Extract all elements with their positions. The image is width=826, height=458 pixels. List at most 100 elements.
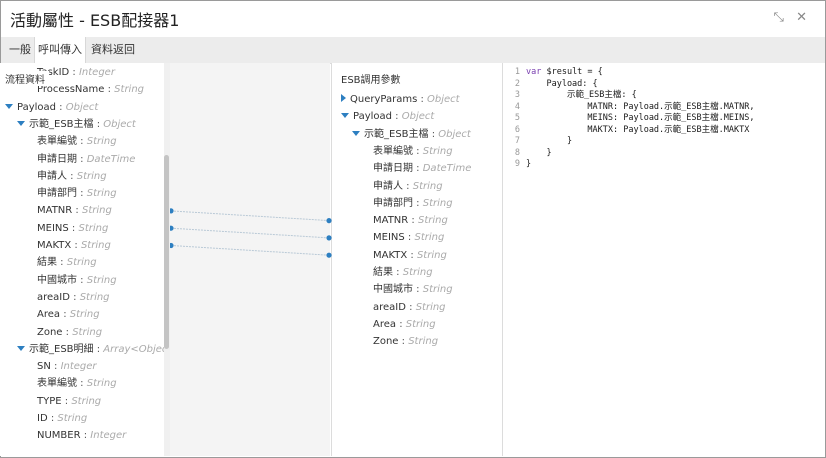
type-separator: : (93, 118, 104, 130)
tab-general[interactable]: 一般 (7, 37, 33, 63)
scrollbar-thumb[interactable] (164, 155, 169, 349)
right-row[interactable]: 申請日期 : DateTime (373, 160, 471, 177)
left-row[interactable]: MAKTX : String (37, 237, 111, 254)
process-data-panel: TaskID : Integer ProcessName : String Payl… (0, 63, 168, 456)
mapping-line[interactable] (170, 227, 330, 239)
field-type: String (80, 240, 111, 251)
mapping-target-dot[interactable] (326, 218, 332, 224)
left-row[interactable]: areaID : String (37, 289, 110, 306)
field-type: String (415, 301, 446, 313)
field-type: String (422, 197, 453, 209)
close-icon[interactable]: ✕ (796, 10, 811, 25)
right-row[interactable]: MEINS : String (373, 229, 444, 246)
collapse-caret-icon[interactable] (341, 113, 349, 119)
window-title: 活動屬性 - ESB配接器1 (10, 11, 180, 30)
field-type: DateTime (422, 163, 472, 175)
right-row[interactable]: Area : String (373, 316, 436, 333)
right-row[interactable]: MATNR : String (373, 212, 448, 229)
right-row[interactable]: areaID : String (373, 299, 446, 316)
type-separator: : (68, 222, 79, 234)
left-row[interactable]: NUMBER : Integer (37, 427, 126, 444)
right-row[interactable]: Payload : Object (341, 108, 434, 125)
restore-icon[interactable]: ⤡ (774, 10, 788, 25)
left-row[interactable]: 結果 : String (37, 254, 97, 271)
left-row[interactable]: Payload : Object (5, 99, 98, 116)
field-name: ID (37, 413, 48, 424)
right-row[interactable]: MAKTX : String (373, 247, 447, 264)
left-row[interactable]: MATNR : String (37, 202, 112, 219)
type-separator: : (69, 67, 79, 78)
mapping-source-dot[interactable] (170, 208, 174, 214)
left-row[interactable]: 申請人 : String (37, 168, 107, 185)
field-name: 結果 (373, 267, 393, 278)
right-row[interactable]: QueryParams : Object (341, 91, 460, 108)
field-name: 表單編號 (373, 145, 413, 157)
code-line: 7 } (502, 136, 572, 147)
mapping-line[interactable] (170, 245, 330, 256)
field-type: String (86, 136, 117, 148)
left-row[interactable]: 表單編號 : String (37, 375, 117, 392)
collapse-caret-icon[interactable] (17, 120, 25, 126)
field-type: DateTime (86, 153, 136, 165)
type-separator: : (80, 430, 91, 442)
type-separator: : (77, 136, 87, 148)
right-row[interactable]: 中國城市 : String (373, 281, 453, 298)
right-row[interactable]: 申請人 : String (373, 178, 443, 195)
field-name: MATNR (373, 215, 409, 227)
type-separator: : (67, 170, 77, 182)
field-name: MEINS (37, 222, 69, 234)
field-name: 表單編號 (37, 378, 77, 390)
left-row[interactable]: MEINS : String (37, 220, 108, 237)
mapping-line[interactable] (170, 210, 330, 222)
field-type: String (114, 84, 145, 96)
left-row[interactable]: TYPE : String (37, 393, 101, 410)
expand-caret-icon[interactable] (341, 94, 346, 102)
collapse-caret-icon[interactable] (17, 345, 25, 351)
code-line: 2 Payload: { (502, 79, 598, 90)
tab-call-input[interactable]: 呼叫傳入 (34, 37, 86, 64)
field-type: String (422, 145, 453, 157)
collapse-caret-icon[interactable] (5, 103, 13, 109)
left-row[interactable]: 申請日期 : DateTime (37, 151, 135, 168)
left-row[interactable]: ID : String (37, 410, 87, 427)
type-separator: : (69, 291, 80, 303)
type-separator: : (57, 257, 67, 269)
type-separator: : (56, 101, 66, 113)
right-row[interactable]: 表單編號 : String (373, 143, 453, 160)
left-row[interactable]: SN : Integer (37, 358, 97, 375)
field-type: Object (103, 118, 136, 130)
left-row[interactable]: 中國城市 : String (37, 272, 117, 289)
field-type: String (57, 413, 88, 424)
mapping-target-dot[interactable] (326, 252, 332, 258)
left-row[interactable]: 示範_ESB主檔 : Object (17, 116, 136, 133)
line-number: 6 (514, 124, 520, 135)
left-row[interactable]: ProcessName : String (37, 81, 144, 98)
right-row[interactable]: 結果 : String (373, 264, 433, 281)
field-name: 中國城市 (373, 284, 413, 296)
field-type: Array<Object> (103, 343, 168, 355)
field-type: String (71, 395, 102, 407)
field-name: 申請人 (37, 170, 67, 182)
mapping-source-dot[interactable] (170, 242, 174, 249)
field-name: 中國城市 (37, 274, 77, 286)
right-row[interactable]: 示範_ESB主檔 : Object (352, 126, 471, 143)
type-separator: : (413, 145, 423, 157)
right-row[interactable]: 申請部門 : String (373, 195, 453, 212)
type-separator: : (413, 284, 423, 296)
tab-data-return[interactable]: 資料返回 (89, 37, 137, 63)
collapse-caret-icon[interactable] (352, 130, 360, 136)
left-row[interactable]: Area : String (37, 306, 100, 323)
type-separator: : (417, 94, 428, 105)
left-row[interactable]: 申請部門 : String (37, 185, 117, 202)
mapping-target-dot[interactable] (326, 235, 332, 241)
field-name: MAKTX (37, 240, 72, 251)
mapping-source-dot[interactable] (170, 225, 174, 231)
left-row[interactable]: 表單編號 : String (37, 133, 117, 150)
right-row[interactable]: Zone : String (373, 333, 438, 350)
left-row[interactable]: 示範_ESB明細 : Array<Object> (17, 341, 168, 358)
code-text: 示範_ESB主檔: { (526, 90, 637, 100)
code-text: MAKTX: Payload.示範_ESB主檔.MAKTX (526, 124, 750, 135)
left-row[interactable]: Zone : String (37, 324, 102, 341)
field-type: Object (438, 128, 471, 140)
field-name: SN (37, 361, 51, 373)
